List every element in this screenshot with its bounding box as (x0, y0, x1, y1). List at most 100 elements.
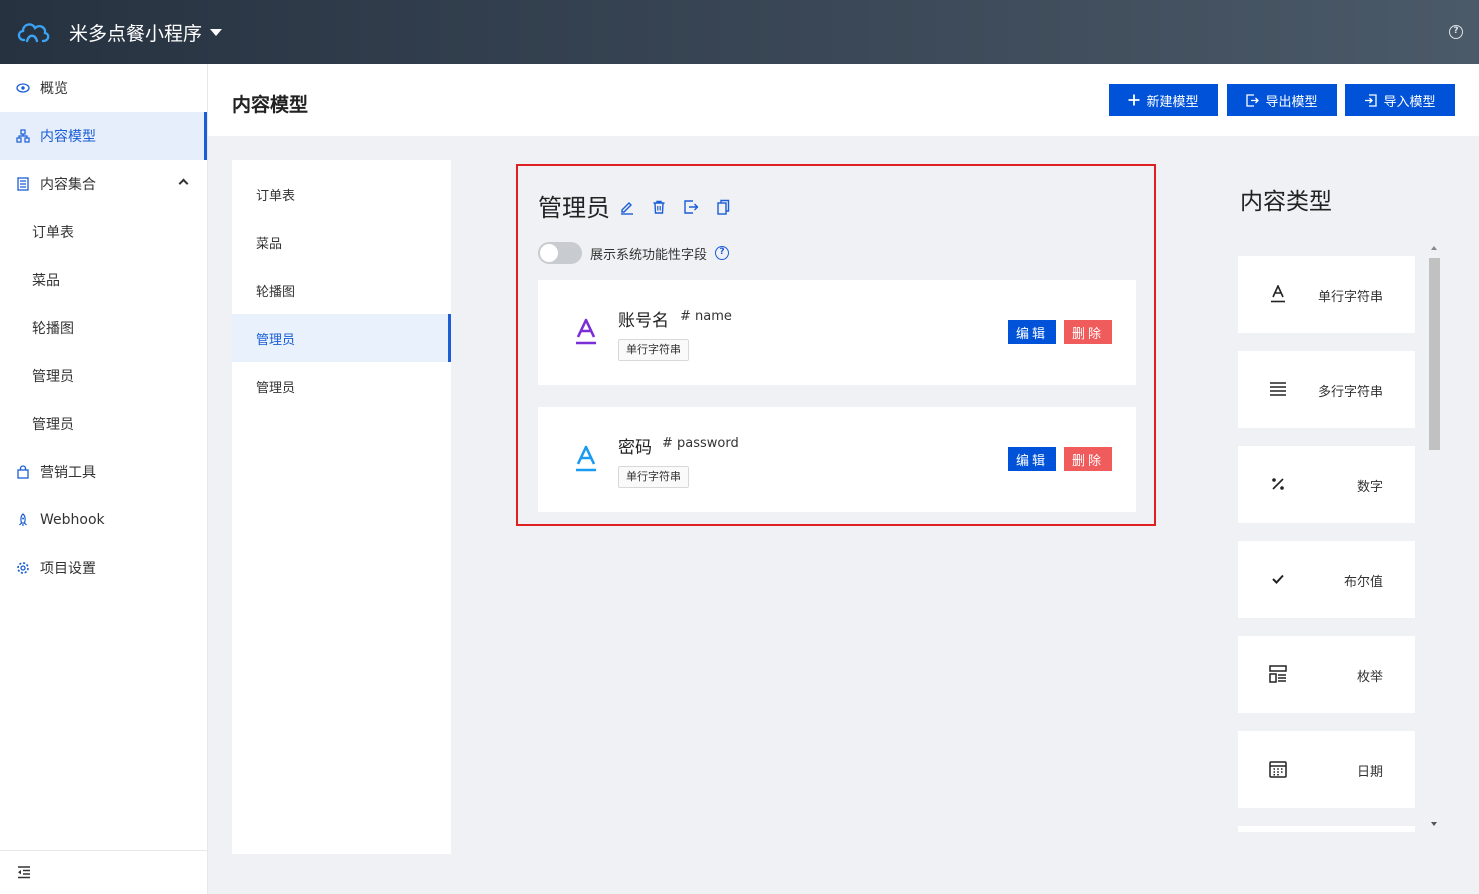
export-icon (1246, 93, 1260, 107)
field-name: 账号名 (618, 311, 669, 331)
field-type-tag: 单行字符串 (618, 339, 689, 361)
field-key: # name (680, 309, 732, 324)
sidebar-item-dishes[interactable]: 菜品 (0, 256, 207, 304)
eye-icon (16, 81, 30, 95)
gear-icon (16, 561, 30, 575)
model-detail-panel: 管理员 展示系统功能性字段 ? 账号名 # name 单行字符串 编辑 删除 密… (516, 164, 1156, 526)
import-model-button[interactable]: 导入模型 (1345, 84, 1455, 116)
type-card-multi-line[interactable]: 多行字符串 (1238, 351, 1415, 428)
trash-icon[interactable] (650, 198, 668, 216)
sidebar-item-admin-1[interactable]: 管理员 (0, 352, 207, 400)
help-icon[interactable]: ? (715, 246, 730, 260)
percent-icon (1268, 474, 1288, 494)
delete-field-button[interactable]: 删除 (1064, 320, 1112, 344)
type-label: 枚举 (1356, 670, 1383, 685)
sidebar-item-label: 管理员 (32, 369, 74, 385)
sidebar-item-label: 菜品 (32, 273, 60, 289)
enum-icon (1268, 664, 1288, 684)
sidebar-item-label: 订单表 (32, 225, 74, 241)
edit-icon[interactable] (618, 198, 636, 216)
sidebar-item-label: 管理员 (32, 417, 74, 433)
model-name: 管理员 (538, 194, 610, 222)
import-icon (1364, 93, 1378, 107)
scroll-down-arrow-icon[interactable] (1431, 822, 1437, 826)
help-icon[interactable]: ? (1449, 25, 1463, 39)
scroll-up-arrow-icon[interactable] (1431, 246, 1437, 250)
sidebar-item-settings[interactable]: 项目设置 (0, 544, 207, 592)
sidebar-item-label: 轮播图 (32, 321, 74, 337)
field-name: 密码 (618, 438, 652, 458)
type-card-number[interactable]: 数字 (1238, 446, 1415, 523)
type-card-enum[interactable]: 枚举 (1238, 636, 1415, 713)
field-card: 账号名 # name 单行字符串 编辑 删除 (538, 280, 1136, 385)
sidebar-item-label: 营销工具 (40, 465, 96, 481)
export-icon[interactable] (682, 198, 700, 216)
collapse-menu-icon[interactable] (16, 864, 32, 880)
type-card-date[interactable]: 日期 (1238, 731, 1415, 808)
check-icon (1268, 569, 1288, 589)
sidebar-item-webhook[interactable]: Webhook (0, 496, 207, 544)
multi-line-icon (1268, 379, 1288, 399)
sidebar-item-label: 内容模型 (40, 129, 96, 145)
model-item-admin-1[interactable]: 管理员 (232, 314, 451, 362)
type-label: 日期 (1356, 765, 1383, 780)
single-line-text-icon (574, 318, 598, 346)
copy-icon[interactable] (714, 198, 732, 216)
content-types-title: 内容类型 (1240, 189, 1332, 215)
field-key: # password (662, 436, 739, 451)
sidebar-item-content-model[interactable]: 内容模型 (0, 112, 207, 160)
delete-field-button[interactable]: 删除 (1064, 447, 1112, 471)
sidebar-item-label: 项目设置 (40, 561, 96, 577)
bag-icon (16, 465, 30, 479)
model-icon (16, 129, 30, 143)
chevron-down-icon[interactable] (210, 28, 223, 36)
model-item-label: 管理员 (256, 380, 296, 396)
sidebar-item-admin-2[interactable]: 管理员 (0, 400, 207, 448)
export-model-label: 导出模型 (1265, 93, 1318, 109)
sidebar-footer (0, 850, 207, 894)
type-label: 布尔值 (1343, 575, 1383, 590)
type-card-next[interactable] (1238, 826, 1415, 832)
single-line-text-icon (574, 445, 598, 473)
cloud-logo-icon (15, 14, 51, 50)
export-model-button[interactable]: 导出模型 (1227, 84, 1337, 116)
model-item-label: 管理员 (256, 332, 296, 348)
type-label: 多行字符串 (1317, 385, 1383, 400)
import-model-label: 导入模型 (1383, 93, 1436, 109)
edit-field-button[interactable]: 编辑 (1008, 320, 1056, 344)
project-selector[interactable]: 米多点餐小程序 (69, 19, 202, 46)
type-card-boolean[interactable]: 布尔值 (1238, 541, 1415, 618)
chevron-up-icon[interactable] (178, 178, 189, 189)
sidebar-item-content-collection[interactable]: 内容集合 (0, 160, 207, 208)
calendar-icon (1268, 759, 1288, 779)
type-card-single-line[interactable]: 单行字符串 (1238, 256, 1415, 333)
toggle-label: 展示系统功能性字段 (590, 247, 708, 263)
new-model-label: 新建模型 (1146, 93, 1199, 109)
sidebar-item-label: 内容集合 (40, 177, 96, 193)
type-label: 单行字符串 (1317, 290, 1383, 305)
sidebar-item-banner[interactable]: 轮播图 (0, 304, 207, 352)
page-title: 内容模型 (232, 94, 309, 116)
model-item-banner[interactable]: 轮播图 (232, 266, 451, 314)
types-scrollbar-thumb[interactable] (1429, 258, 1440, 450)
model-item-dishes[interactable]: 菜品 (232, 218, 451, 266)
model-item-label: 轮播图 (256, 284, 296, 300)
model-item-label: 订单表 (256, 188, 296, 204)
field-type-tag: 单行字符串 (618, 466, 689, 488)
single-line-icon (1268, 284, 1288, 304)
model-item-label: 菜品 (256, 236, 283, 252)
edit-field-button[interactable]: 编辑 (1008, 447, 1056, 471)
sidebar-item-marketing[interactable]: 营销工具 (0, 448, 207, 496)
system-fields-toggle[interactable] (538, 242, 582, 264)
field-card: 密码 # password 单行字符串 编辑 删除 (538, 407, 1136, 512)
top-bar: 米多点餐小程序 ? (0, 0, 1479, 64)
rocket-icon (16, 513, 30, 527)
sidebar-item-orders[interactable]: 订单表 (0, 208, 207, 256)
sidebar-item-label: 概览 (40, 81, 68, 97)
new-model-button[interactable]: 新建模型 (1109, 84, 1218, 116)
plus-icon (1128, 94, 1140, 106)
model-item-orders[interactable]: 订单表 (232, 170, 451, 218)
sidebar-item-overview[interactable]: 概览 (0, 64, 207, 112)
model-item-admin-2[interactable]: 管理员 (232, 362, 451, 410)
model-list: 订单表 菜品 轮播图 管理员 管理员 (232, 160, 451, 854)
